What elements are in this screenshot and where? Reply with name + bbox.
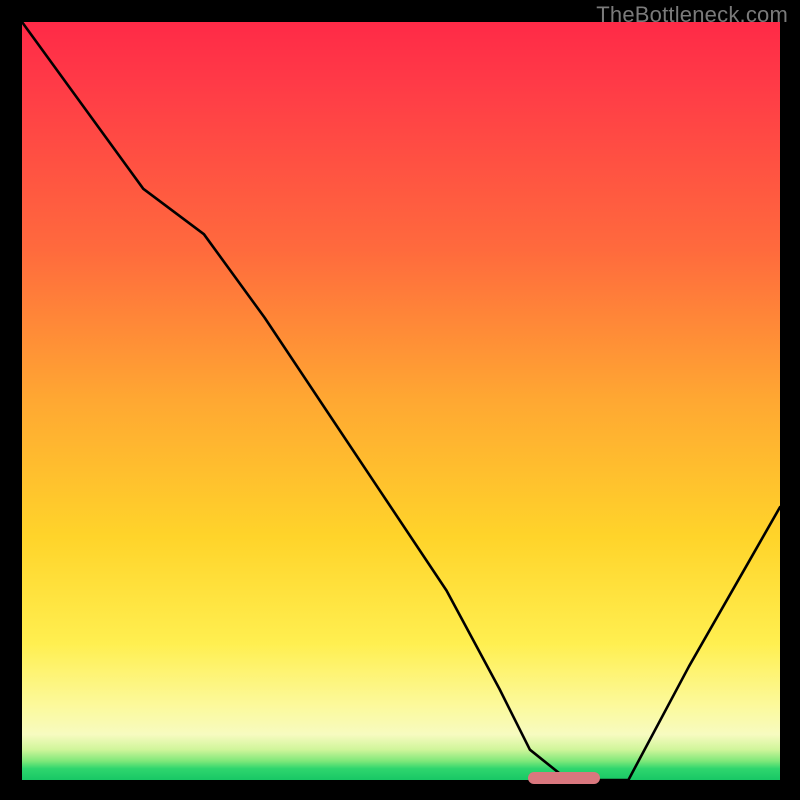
watermark-text: TheBottleneck.com (596, 2, 788, 28)
chart-container: TheBottleneck.com (0, 0, 800, 800)
curve-path (22, 22, 780, 780)
optimal-range-marker (528, 772, 600, 784)
plot-area (22, 22, 780, 780)
bottleneck-curve (22, 22, 780, 780)
